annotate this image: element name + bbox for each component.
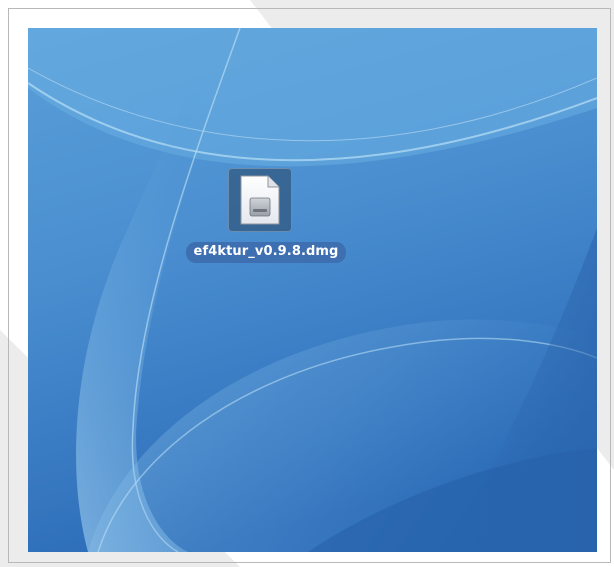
screenshot-page: ef4ktur_v0.9.8.dmg (0, 0, 614, 567)
desktop-wallpaper (28, 28, 597, 552)
file-name-text: ef4ktur_v0.9.8.dmg (185, 242, 347, 263)
file-name-label[interactable]: ef4ktur_v0.9.8.dmg (171, 242, 361, 263)
desktop[interactable]: ef4ktur_v0.9.8.dmg (28, 28, 597, 552)
disk-image-icon[interactable] (228, 168, 292, 232)
file-icon-dmg[interactable]: ef4ktur_v0.9.8.dmg (171, 168, 361, 268)
